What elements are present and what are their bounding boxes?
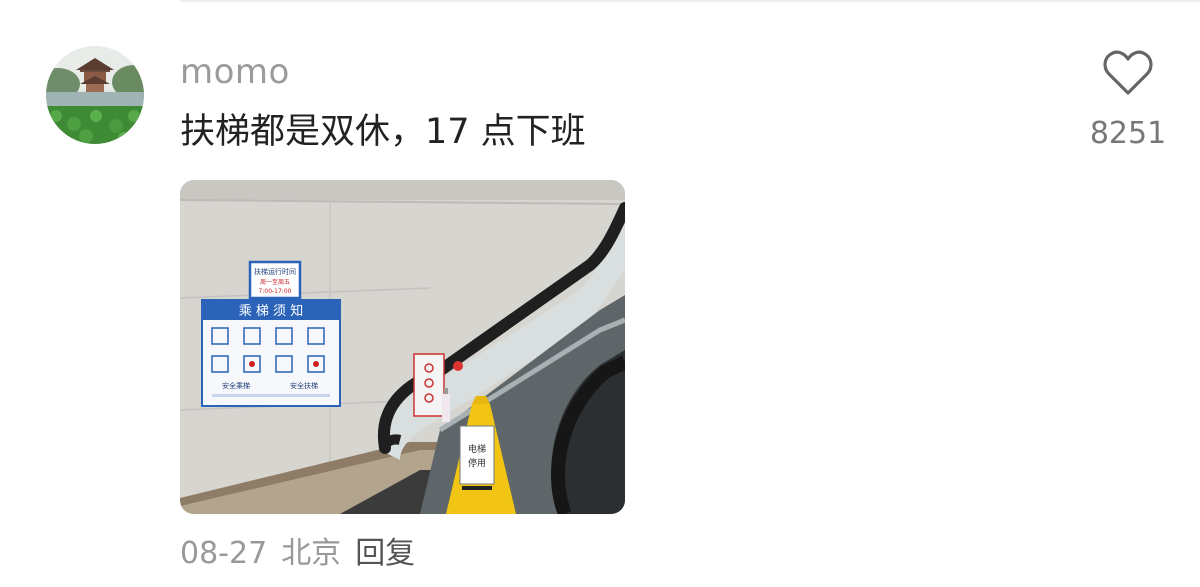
avatar-image xyxy=(46,46,144,144)
comment-text: 扶梯都是双休，17 点下班 xyxy=(180,112,586,152)
like-count: 8251 xyxy=(1089,116,1167,151)
notice-sign-right: 安全扶梯 xyxy=(290,381,318,390)
comment-username[interactable]: momo xyxy=(180,50,290,94)
hours-sign-title: 扶梯运行时间 xyxy=(254,267,296,276)
hours-sign-time: 7:00-17:00 xyxy=(259,288,292,295)
escalator-photo: 扶梯运行时间 周一至周五 7:00-17:00 乘 梯 须 知 安全乘梯 安全扶… xyxy=(180,180,625,514)
comment-meta: 08-27 北京 回复 xyxy=(180,532,415,576)
notice-sign-title: 乘 梯 须 知 xyxy=(239,303,303,319)
like-button[interactable]: 8251 xyxy=(1078,50,1178,160)
user-avatar[interactable] xyxy=(46,46,144,144)
comment-date: 08-27 xyxy=(180,536,268,571)
comment-photo[interactable]: 扶梯运行时间 周一至周五 7:00-17:00 乘 梯 须 知 安全乘梯 安全扶… xyxy=(180,180,625,514)
reply-button[interactable]: 回复 xyxy=(355,532,415,576)
caution-sign-line1: 电梯 xyxy=(468,443,486,455)
notice-sign-left: 安全乘梯 xyxy=(222,381,250,390)
top-divider xyxy=(180,0,1200,2)
hours-sign-days: 周一至周五 xyxy=(260,279,290,286)
heart-outline-icon[interactable] xyxy=(1103,50,1153,96)
comment-location: 北京 xyxy=(281,536,342,571)
caution-sign-line2: 停用 xyxy=(468,457,486,469)
